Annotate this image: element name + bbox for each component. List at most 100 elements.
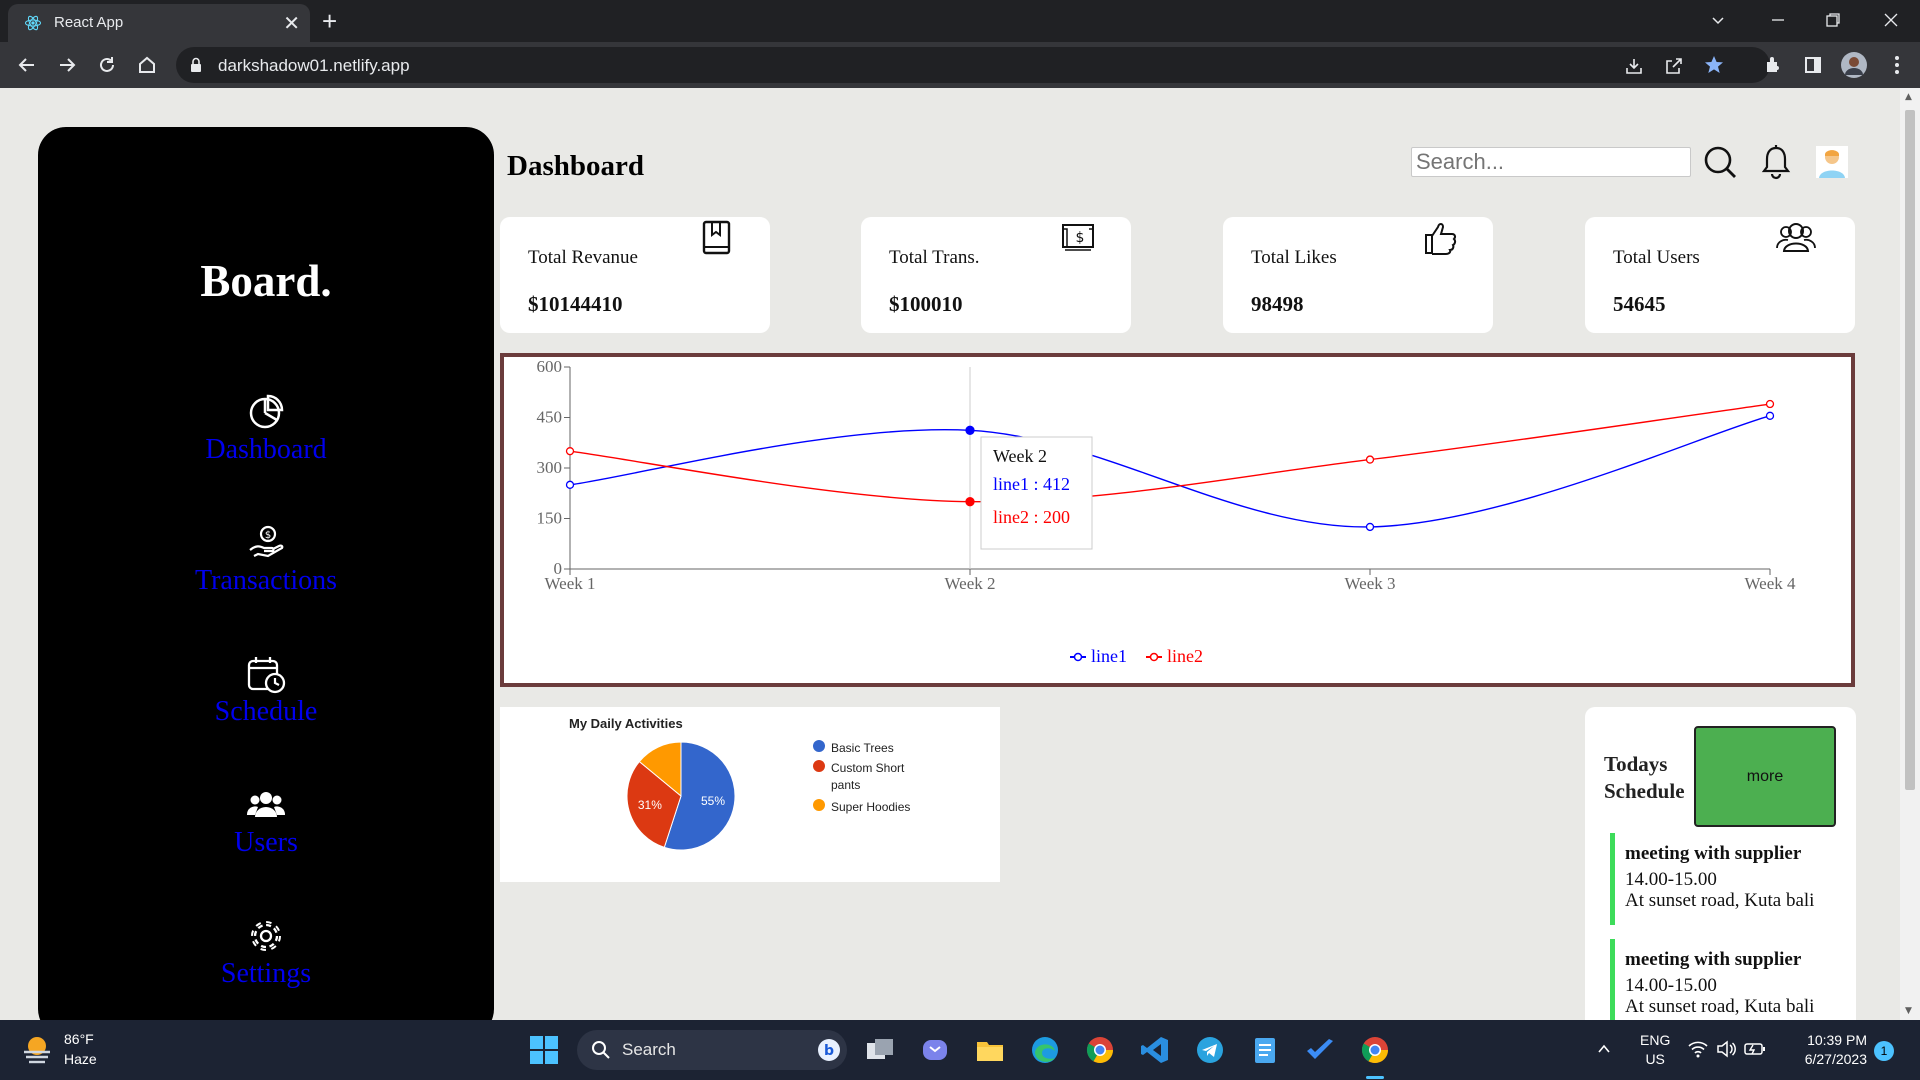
schedule-event[interactable]: meeting with supplier 14.00-15.00 At sun… <box>1610 939 1850 1020</box>
minimize-icon[interactable] <box>1770 12 1786 28</box>
sidebar-item-users[interactable]: Users <box>38 785 494 859</box>
weather-temperature: 86°F <box>64 1031 94 1047</box>
sidebar-item-label: Transactions <box>194 565 338 596</box>
url-text: darkshadow01.netlify.app <box>218 56 410 75</box>
user-avatar-icon[interactable] <box>1814 144 1850 180</box>
language-indicator[interactable]: ENG US <box>1640 1031 1670 1069</box>
home-icon[interactable] <box>133 51 161 79</box>
battery-icon[interactable] <box>1744 1041 1766 1057</box>
volume-icon[interactable] <box>1716 1040 1736 1058</box>
event-title: meeting with supplier <box>1625 843 1802 864</box>
line-chart-svg: 0150300450600Week 1 Week 2 Week 3 Week 4Wee… <box>537 357 1797 666</box>
browser-tab[interactable]: React App ✕ <box>8 4 310 42</box>
lock-icon[interactable] <box>190 57 202 73</box>
page-scrollbar[interactable]: ▲ ▼ <box>1900 88 1920 1020</box>
brand-logo: Board. <box>200 256 332 306</box>
menu-kebab-icon[interactable] <box>1886 54 1908 76</box>
teams-chat-icon[interactable] <box>919 1034 951 1066</box>
install-icon[interactable] <box>1624 56 1644 76</box>
tooltip-line1: line1 : 412 <box>993 474 1070 494</box>
data-point-line2 <box>1765 399 1775 409</box>
pie-chart-icon <box>249 394 284 429</box>
series-line-line1 <box>569 415 1771 528</box>
tooltip-line2: line2 : 200 <box>993 507 1070 527</box>
bookmark-star-icon[interactable] <box>1704 55 1724 75</box>
schedule-event[interactable]: meeting with supplier 14.00-15.00 At sun… <box>1610 833 1850 925</box>
data-point-line1 <box>1765 411 1775 420</box>
new-tab-button[interactable]: + <box>322 6 337 37</box>
tooltip-title: Week 2 <box>993 446 1047 466</box>
taskbar-search-label: Search <box>622 1040 676 1059</box>
forward-icon[interactable] <box>53 51 81 79</box>
search-input[interactable] <box>1411 147 1691 177</box>
search-icon[interactable] <box>1702 144 1738 180</box>
hand-coin-icon: $ <box>249 525 284 558</box>
clock-date: 6/27/2023 <box>1804 1051 1867 1067</box>
data-point-line1 <box>1365 522 1375 532</box>
telegram-icon[interactable] <box>1194 1034 1226 1066</box>
reload-icon[interactable] <box>93 51 121 79</box>
bell-icon[interactable] <box>1758 144 1794 180</box>
haze-weather-icon[interactable] <box>20 1032 54 1066</box>
tab-close-icon[interactable]: ✕ <box>283 11 300 36</box>
sidebar-item-settings[interactable]: Settings <box>38 916 494 990</box>
task-view-icon[interactable] <box>864 1034 896 1066</box>
series-line-line2 <box>569 403 1771 503</box>
todo-icon[interactable] <box>1304 1034 1336 1066</box>
pie-slice-label: 55% <box>701 794 725 808</box>
vscode-icon[interactable] <box>1139 1034 1171 1066</box>
page-viewport: Board. Dashboard $ Transactions Schedule… <box>0 88 1900 1020</box>
chrome-icon[interactable] <box>1084 1034 1116 1066</box>
x-tick-label: Week 3 <box>1344 574 1395 593</box>
restore-icon[interactable] <box>1825 12 1841 28</box>
legend-swatch <box>813 760 825 772</box>
chevron-up-icon[interactable] <box>1597 1042 1611 1056</box>
sidebar-item-label: Settings <box>220 958 312 989</box>
windows-taskbar: 86°F Haze Search b ENG US 10:39 PM 6/27/… <box>0 1020 1920 1080</box>
sidebar-item-dashboard[interactable]: Dashboard <box>38 392 494 466</box>
sidebar-item-label: Schedule <box>214 696 318 727</box>
bing-icon[interactable]: b <box>817 1038 841 1062</box>
more-button[interactable]: more <box>1694 726 1836 827</box>
card-value: 98498 <box>1251 292 1304 316</box>
sidebar: Board. Dashboard $ Transactions Schedule… <box>38 127 494 1020</box>
system-clock[interactable]: 10:39 PM 6/27/2023 <box>1787 1031 1867 1069</box>
legend-swatch <box>813 740 825 752</box>
card-total-transactions: Total Trans. $100010 $ <box>861 217 1131 333</box>
notification-badge[interactable]: 1 <box>1874 1041 1894 1061</box>
y-tick-label: 150 <box>537 509 563 528</box>
profile-avatar[interactable] <box>1839 50 1869 80</box>
address-bar[interactable]: darkshadow01.netlify.app <box>176 47 1770 83</box>
y-tick-label: 450 <box>537 408 563 427</box>
card-total-likes: Total Likes 98498 <box>1223 217 1493 333</box>
back-icon[interactable] <box>13 51 41 79</box>
extensions-icon[interactable] <box>1762 54 1784 76</box>
y-tick-label: 600 <box>537 357 563 376</box>
windows-start-icon[interactable] <box>528 1034 560 1066</box>
share-icon[interactable] <box>1664 56 1684 76</box>
scrollbar-thumb[interactable] <box>1905 110 1915 790</box>
browser-tab-bar: React App ✕ + <box>0 0 1920 42</box>
file-explorer-icon[interactable] <box>974 1034 1006 1066</box>
edge-icon[interactable] <box>1029 1034 1061 1066</box>
notepad-icon[interactable] <box>1249 1034 1281 1066</box>
page-title: Dashboard <box>507 150 644 182</box>
sidebar-item-transactions[interactable]: $ Transactions <box>38 523 494 597</box>
scroll-down-icon[interactable]: ▼ <box>1905 1006 1912 1016</box>
sidebar-item-schedule[interactable]: Schedule <box>38 654 494 728</box>
taskbar-search[interactable]: Search b <box>577 1030 847 1070</box>
browser-toolbar: darkshadow01.netlify.app <box>0 42 1920 88</box>
wifi-icon[interactable] <box>1688 1040 1708 1058</box>
side-panel-icon[interactable] <box>1802 54 1824 76</box>
chrome-active-icon[interactable] <box>1359 1034 1391 1066</box>
event-place: At sunset road, Kuta bali <box>1625 890 1815 911</box>
search-icon <box>592 1041 610 1059</box>
book-icon <box>702 220 731 255</box>
close-window-icon[interactable] <box>1883 12 1899 28</box>
react-icon <box>24 15 42 31</box>
scroll-up-icon[interactable]: ▲ <box>1905 92 1912 102</box>
pie-legend-item: Basic Trees <box>813 738 933 758</box>
data-point-line1 <box>965 425 975 435</box>
data-point-line1 <box>565 480 575 489</box>
tab-search-icon[interactable] <box>1710 12 1726 28</box>
